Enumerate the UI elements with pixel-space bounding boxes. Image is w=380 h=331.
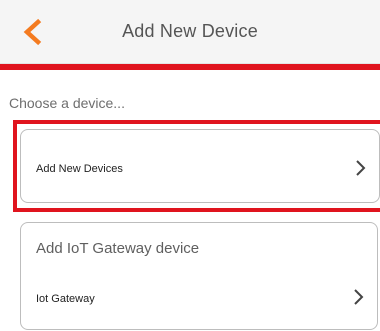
card-title: Add IoT Gateway device xyxy=(36,240,200,257)
chevron-right-icon xyxy=(354,289,364,305)
accent-divider xyxy=(0,64,380,70)
add-new-devices-card[interactable]: Add New Devices xyxy=(20,129,380,203)
add-iot-gateway-card[interactable]: Add IoT Gateway device Iot Gateway xyxy=(20,222,378,330)
app-header: Add New Device xyxy=(0,0,380,64)
chevron-right-icon xyxy=(356,160,366,176)
card-subtitle: Add New Devices xyxy=(36,163,123,175)
card-subtitle: Iot Gateway xyxy=(36,293,95,305)
section-label: Choose a device... xyxy=(9,95,125,111)
page-title: Add New Device xyxy=(122,21,258,41)
